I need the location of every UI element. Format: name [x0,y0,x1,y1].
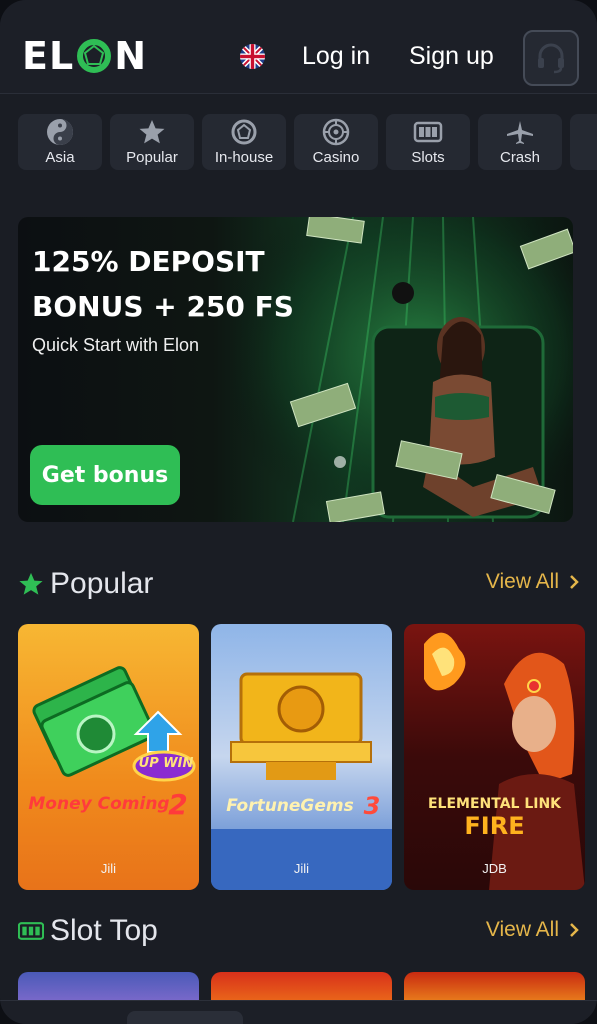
category-label: Crash [499,149,540,166]
chevron-right-icon [570,923,579,937]
category-casino[interactable]: Casino [294,114,378,170]
game-thumbnail [404,624,585,890]
category-crash[interactable]: Crash [478,114,562,170]
yin-yang-icon [45,117,75,147]
game-badge: UP WIN [138,756,194,771]
popular-games-row: UP WIN Money Coming 2 Jili FortuneGems 3… [18,624,585,890]
slot-top-section-title: Slot Top [18,913,158,949]
game-card[interactable]: ELEMENTAL LINK FIRE JDB [404,624,585,890]
elon-logo[interactable]: E L N [22,36,147,76]
section-title-text: Popular [50,567,154,600]
banner-headline: 125% DEPOSIT BONUS + 250 FS [32,245,294,323]
chevron-right-icon [570,575,579,589]
bottom-nav-tab[interactable] [127,1011,243,1024]
category-popular[interactable]: Popular [110,114,194,170]
roulette-icon [321,117,351,147]
logo-letter-e: E [22,34,49,78]
category-label: Casino [312,149,360,166]
game-provider: Jili [293,861,310,876]
slot-machine-icon [413,117,443,147]
popular-section-title: Popular [18,566,153,602]
login-link[interactable]: Log in [302,40,370,72]
logo-letter-l: L [48,34,75,78]
signup-link[interactable]: Sign up [409,40,494,72]
banner-subtitle: Quick Start with Elon [32,335,200,355]
game-provider: Jili [100,861,117,876]
game-title-line2: FIRE [464,812,525,840]
elon-mark-icon [229,117,259,147]
plane-icon [505,117,535,147]
headset-icon [538,43,564,74]
game-provider: JDB [482,861,507,876]
section-title-text: Slot Top [50,914,158,947]
popular-view-all-link[interactable]: View All [486,570,579,594]
game-card[interactable]: UP WIN Money Coming 2 Jili [18,624,199,890]
bottom-navigation [0,1000,597,1024]
category-in-house[interactable]: In-house [202,114,286,170]
header: E L N Log in Sign up [0,0,597,94]
promo-banner[interactable]: 125% DEPOSIT BONUS + 250 FS Quick Start … [18,217,573,522]
get-bonus-button[interactable]: Get bonus [30,445,180,505]
category-in-partial[interactable]: In [570,114,597,170]
slot-machine-icon [18,922,44,940]
category-bar: Asia Popular In-house Casino Slots Crash [18,114,597,170]
game-title: Money Coming [28,794,170,814]
game-title: FortuneGems [226,796,354,816]
game-title-number: 3 [363,792,381,820]
category-slots[interactable]: Slots [386,114,470,170]
view-all-label: View All [485,570,559,593]
view-all-label: View All [485,918,559,941]
category-label: In-house [214,149,274,166]
category-asia[interactable]: Asia [18,114,102,170]
language-flag-icon[interactable] [240,44,265,69]
game-title-number: 2 [168,788,188,821]
category-label: Popular [126,149,178,166]
app-screen: E L N Log in Sign up Asia Popular In-hou… [0,0,597,1024]
logo-letter-n: N [114,34,147,78]
category-label: Slots [411,149,445,166]
star-icon [137,117,167,147]
game-thumbnail [211,624,392,890]
game-title: ELEMENTAL LINK [427,796,562,812]
game-card[interactable]: FortuneGems 3 Jili [211,624,392,890]
support-button[interactable] [523,30,579,86]
logo-mark-icon [77,39,112,73]
star-icon [19,572,43,595]
slot-top-view-all-link[interactable]: View All [486,918,579,942]
category-label: Asia [45,149,75,166]
